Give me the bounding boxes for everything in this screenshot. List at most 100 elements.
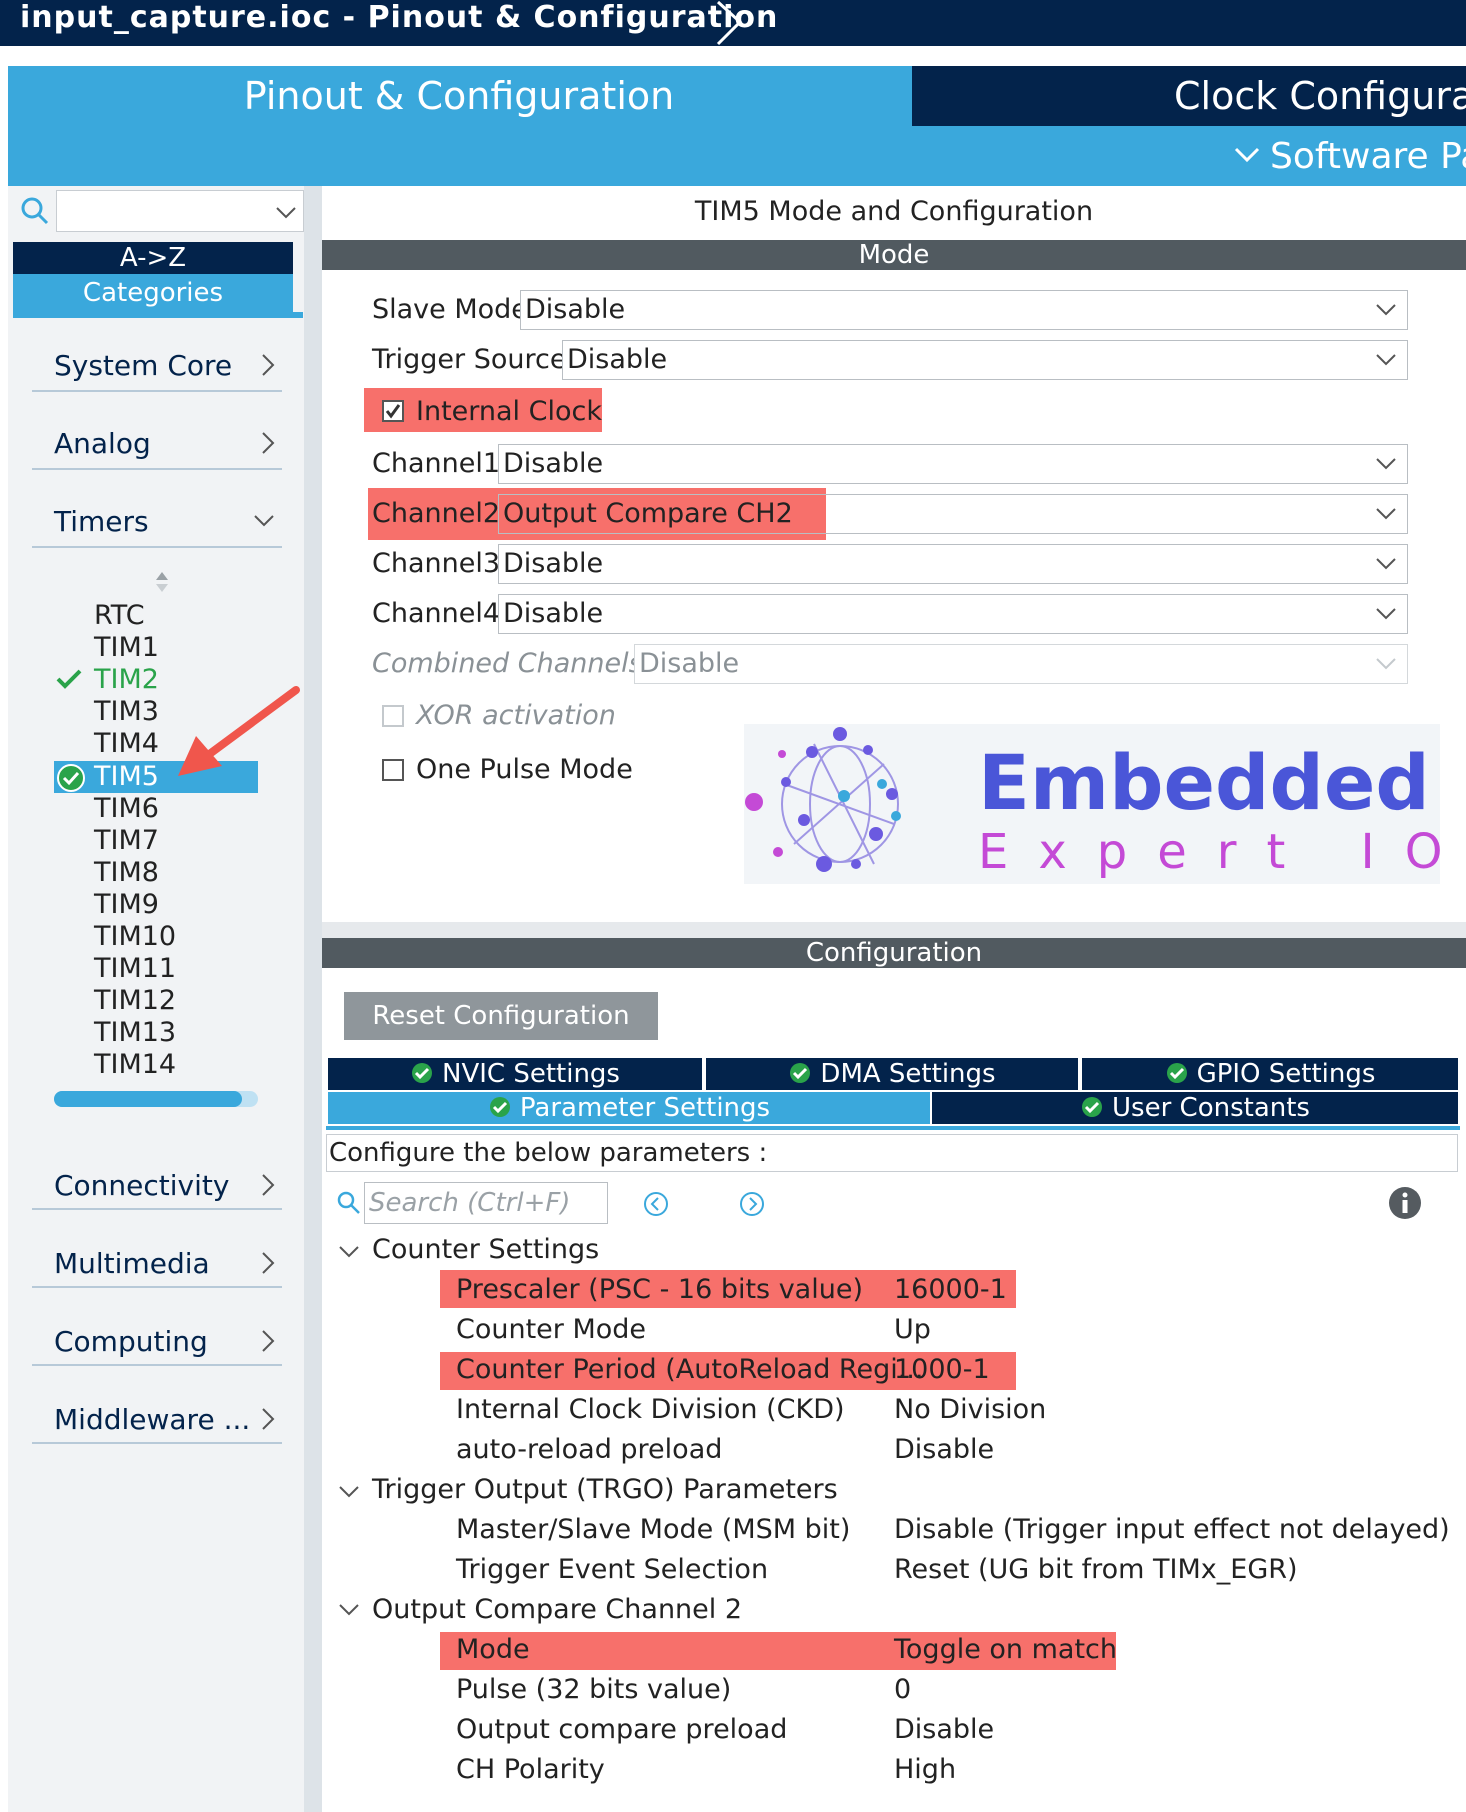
timer-item-tim13[interactable]: TIM13 bbox=[94, 1017, 176, 1049]
chevron-down-icon[interactable] bbox=[338, 1602, 360, 1618]
sort-categories-button[interactable]: Categories bbox=[13, 274, 293, 312]
one-pulse-mode-label: One Pulse Mode bbox=[416, 754, 633, 785]
chevron-down-icon bbox=[1376, 608, 1396, 620]
category-middleware[interactable]: Middleware ... bbox=[54, 1400, 282, 1440]
timer-item-tim6[interactable]: TIM6 bbox=[94, 793, 159, 825]
parameter-search-input[interactable]: Search (Ctrl+F) bbox=[364, 1182, 608, 1224]
timer-item-tim1[interactable]: TIM1 bbox=[94, 632, 159, 664]
category-system-core[interactable]: System Core bbox=[54, 346, 282, 386]
param-trigger-event-value[interactable]: Reset (UG bit from TIMx_EGR) bbox=[894, 1552, 1298, 1588]
group-output-compare-channel-2[interactable]: Output Compare Channel 2 bbox=[372, 1592, 742, 1628]
check-circle-icon bbox=[57, 764, 85, 792]
category-timers[interactable]: Timers bbox=[54, 502, 282, 542]
component-search-input[interactable] bbox=[56, 190, 304, 232]
param-msm-value[interactable]: Disable (Trigger input effect not delaye… bbox=[894, 1512, 1450, 1548]
chevron-down-icon bbox=[1376, 458, 1396, 470]
timer-item-tim4[interactable]: TIM4 bbox=[94, 728, 159, 760]
trigger-source-select[interactable]: Disable bbox=[562, 340, 1408, 380]
category-connectivity[interactable]: Connectivity bbox=[54, 1166, 282, 1206]
configuration-description: Configure the below parameters : bbox=[326, 1134, 1458, 1172]
panel-splitter[interactable] bbox=[304, 186, 322, 1812]
tab-clock-configuration[interactable]: Clock Configura bbox=[912, 66, 1466, 126]
param-ch-polarity-value[interactable]: High bbox=[894, 1752, 956, 1788]
checkmark-icon bbox=[385, 404, 401, 419]
reset-configuration-button[interactable]: Reset Configuration bbox=[344, 992, 658, 1040]
category-label: Connectivity bbox=[54, 1169, 230, 1202]
search-icon[interactable] bbox=[20, 196, 50, 226]
timer-item-tim5[interactable]: TIM5 bbox=[94, 761, 159, 793]
param-counter-mode-value[interactable]: Up bbox=[894, 1312, 931, 1348]
param-oc-mode-value[interactable]: Toggle on match bbox=[894, 1632, 1117, 1668]
slave-mode-value: Disable bbox=[525, 294, 626, 325]
check-icon bbox=[56, 669, 82, 689]
check-circle-icon bbox=[412, 1063, 433, 1083]
category-computing[interactable]: Computing bbox=[54, 1322, 282, 1362]
window-title-bar: input_capture.ioc - Pinout & Configurati… bbox=[0, 0, 1466, 46]
trigger-source-label: Trigger Source bbox=[372, 344, 567, 375]
category-analog[interactable]: Analog bbox=[54, 424, 282, 464]
internal-clock-checkbox[interactable] bbox=[382, 400, 404, 422]
param-trigger-event-name: Trigger Event Selection bbox=[456, 1554, 769, 1585]
timer-item-tim2[interactable]: TIM2 bbox=[94, 664, 159, 696]
mode-panel-title: TIM5 Mode and Configuration bbox=[694, 196, 1094, 227]
timer-item-tim14[interactable]: TIM14 bbox=[94, 1049, 176, 1081]
timer-item-rtc[interactable]: RTC bbox=[94, 600, 145, 632]
group-counter-settings[interactable]: Counter Settings bbox=[372, 1232, 599, 1268]
tab-parameter-settings[interactable]: Parameter Settings bbox=[328, 1092, 930, 1124]
chevron-down-icon[interactable] bbox=[338, 1244, 360, 1260]
chevron-right-icon bbox=[262, 1408, 275, 1430]
channel4-select[interactable]: Disable bbox=[498, 594, 1408, 634]
channel3-select[interactable]: Disable bbox=[498, 544, 1408, 584]
timer-item-tim12[interactable]: TIM12 bbox=[94, 985, 176, 1017]
network-globe-icon bbox=[745, 727, 901, 872]
param-oc-mode-name: Mode bbox=[456, 1634, 530, 1665]
category-label: Middleware ... bbox=[54, 1403, 251, 1436]
channel1-select[interactable]: Disable bbox=[498, 444, 1408, 484]
channel2-select[interactable]: Output Compare CH2 bbox=[498, 494, 1408, 534]
sort-arrows-icon[interactable] bbox=[154, 570, 170, 594]
sort-az-button[interactable]: A->Z bbox=[13, 242, 293, 274]
group-trgo-parameters[interactable]: Trigger Output (TRGO) Parameters bbox=[372, 1472, 838, 1508]
software-packs-menu[interactable]: Software Pac bbox=[1232, 132, 1466, 182]
chevron-down-icon[interactable] bbox=[338, 1484, 360, 1500]
slave-mode-select[interactable]: Disable bbox=[520, 290, 1408, 330]
timer-item-tim7[interactable]: TIM7 bbox=[94, 825, 159, 857]
param-oc-preload-value[interactable]: Disable bbox=[894, 1712, 994, 1748]
param-auto-reload-preload-value[interactable]: Disable bbox=[894, 1432, 994, 1468]
param-auto-reload-preload-name: auto-reload preload bbox=[456, 1434, 723, 1465]
tab-pinout-configuration[interactable]: Pinout & Configuration bbox=[8, 66, 910, 126]
param-pulse-value[interactable]: 0 bbox=[894, 1672, 911, 1708]
tab-nvic-settings[interactable]: NVIC Settings bbox=[328, 1058, 702, 1090]
tab-gpio-settings[interactable]: GPIO Settings bbox=[1082, 1058, 1458, 1090]
annotation-arrow-icon bbox=[178, 686, 300, 776]
info-icon[interactable] bbox=[1388, 1186, 1422, 1220]
software-packs-label: Software Pac bbox=[1270, 136, 1466, 177]
chevron-right-icon bbox=[262, 1174, 275, 1196]
tab-user-constants[interactable]: User Constants bbox=[932, 1092, 1458, 1124]
chevron-right-icon bbox=[262, 1330, 275, 1352]
param-counter-period-value[interactable]: 1000-1 bbox=[894, 1352, 990, 1388]
timer-item-tim9[interactable]: TIM9 bbox=[94, 889, 159, 921]
embedded-expert-io-logo: Embedded Expert IO bbox=[744, 724, 1442, 884]
timer-item-tim3[interactable]: TIM3 bbox=[94, 696, 159, 728]
param-prescaler-value[interactable]: 16000-1 bbox=[894, 1272, 1007, 1308]
slave-mode-label: Slave Mode bbox=[372, 294, 528, 325]
category-multimedia[interactable]: Multimedia bbox=[54, 1244, 282, 1284]
combined-channels-value: Disable bbox=[639, 648, 740, 679]
timer-item-tim10[interactable]: TIM10 bbox=[94, 921, 176, 953]
param-clock-division-value[interactable]: No Division bbox=[894, 1392, 1046, 1428]
channel2-label: Channel2 bbox=[372, 498, 501, 529]
tab-label: Parameter Settings bbox=[519, 1093, 771, 1123]
tab-dma-settings[interactable]: DMA Settings bbox=[706, 1058, 1078, 1090]
next-result-icon[interactable] bbox=[738, 1190, 766, 1218]
previous-result-icon[interactable] bbox=[642, 1190, 670, 1218]
section-separator bbox=[322, 922, 1466, 938]
one-pulse-mode-checkbox[interactable] bbox=[382, 759, 404, 781]
combined-channels-label: Combined Channels bbox=[372, 648, 643, 679]
xor-activation-label: XOR activation bbox=[416, 700, 616, 731]
timer-list-scrollbar-thumb[interactable] bbox=[54, 1091, 242, 1107]
timer-item-tim8[interactable]: TIM8 bbox=[94, 857, 159, 889]
timer-item-tim11[interactable]: TIM11 bbox=[94, 953, 176, 985]
chevron-down-icon[interactable] bbox=[273, 199, 299, 225]
divider bbox=[32, 468, 282, 470]
